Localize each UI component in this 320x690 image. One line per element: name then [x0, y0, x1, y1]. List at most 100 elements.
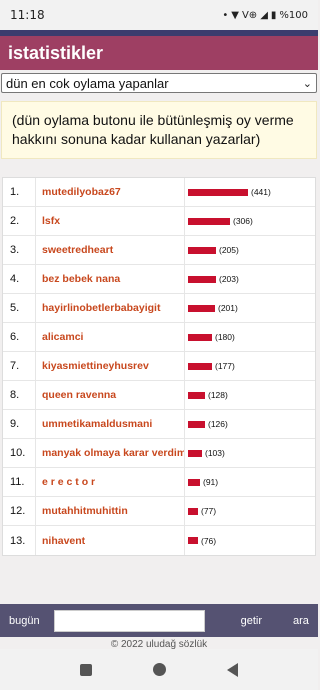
- vote-bar-cell: (201): [185, 294, 315, 322]
- vote-bar-cell: (126): [185, 410, 315, 438]
- back-icon[interactable]: [226, 662, 238, 677]
- status-time: 11:18: [10, 8, 45, 22]
- table-row: 2. lsfx (306): [3, 207, 315, 236]
- vote-bar-cell: (441): [185, 178, 315, 206]
- vote-bar: [188, 333, 212, 341]
- table-row: 11. e r e c t o r (91): [3, 468, 315, 497]
- author-link[interactable]: mutedilyobaz67: [36, 178, 185, 206]
- author-link[interactable]: mutahhitmuhittin: [36, 497, 185, 525]
- vote-bar: [188, 449, 202, 457]
- vote-bar-cell: (180): [185, 323, 315, 351]
- vote-count: (201): [218, 303, 238, 313]
- wifi-icon: ▼: [231, 9, 239, 21]
- table-row: 9. ummetikamaldusmani (126): [3, 410, 315, 439]
- table-row: 3. sweetredheart (205): [3, 236, 315, 265]
- vote-bar: [188, 217, 230, 225]
- vote-bar: [188, 420, 205, 428]
- author-link[interactable]: hayirlinobetlerbabayigit: [36, 294, 185, 322]
- stats-type-select[interactable]: dün en cok oylama yapanlar ⌄: [1, 73, 317, 93]
- table-row: 12. mutahhitmuhittin (77): [3, 497, 315, 526]
- vote-bar-cell: (205): [185, 236, 315, 264]
- today-link[interactable]: bugün: [9, 615, 40, 627]
- vote-count: (128): [208, 390, 228, 400]
- getir-button[interactable]: getir: [241, 615, 262, 627]
- page-title: istatistikler: [0, 36, 318, 70]
- rank-number: 5.: [3, 294, 36, 322]
- author-link[interactable]: e r e c t o r: [36, 468, 185, 496]
- rank-number: 4.: [3, 265, 36, 293]
- vote-count: (177): [215, 361, 235, 371]
- vote-count: (205): [219, 245, 239, 255]
- vote-bar: [188, 275, 216, 283]
- vote-bar: [188, 537, 198, 544]
- footer-copyright: © 2022 uludağ sözlük: [0, 637, 318, 649]
- table-row: 10. manyak olmaya karar verdim (103): [3, 439, 315, 468]
- vote-bar: [188, 246, 216, 254]
- author-link[interactable]: lsfx: [36, 207, 185, 235]
- recents-icon[interactable]: [80, 663, 93, 676]
- select-value: dün en cok oylama yapanlar: [6, 75, 169, 91]
- vote-bar-cell: (306): [185, 207, 315, 235]
- table-row: 4. bez bebek nana (203): [3, 265, 315, 294]
- table-row: 7. kiyasmiettineyhusrev (177): [3, 352, 315, 381]
- vote-bar: [188, 391, 205, 399]
- author-link[interactable]: sweetredheart: [36, 236, 185, 264]
- author-link[interactable]: ummetikamaldusmani: [36, 410, 185, 438]
- dot-icon: •: [222, 9, 229, 21]
- rank-number: 2.: [3, 207, 36, 235]
- table-row: 1. mutedilyobaz67 (441): [3, 178, 315, 207]
- vote-count: (203): [219, 274, 239, 284]
- vote-count: (103): [205, 448, 225, 458]
- info-box: (dün oylama butonu ile bütünleşmiş oy ve…: [1, 101, 317, 159]
- author-link[interactable]: kiyasmiettineyhusrev: [36, 352, 185, 380]
- bottom-bar: bugün getir ara: [0, 604, 318, 637]
- rank-number: 9.: [3, 410, 36, 438]
- table-row: 8. queen ravenna (128): [3, 381, 315, 410]
- status-icons: • ▼ V⊕ ◢ ▮ %100: [222, 10, 308, 21]
- ara-button[interactable]: ara: [293, 615, 309, 627]
- vote-bar-cell: (177): [185, 352, 315, 380]
- search-input[interactable]: [53, 609, 205, 632]
- signal-icon: ◢: [260, 9, 268, 21]
- author-link[interactable]: alicamci: [36, 323, 185, 351]
- battery-level: %100: [279, 9, 308, 21]
- status-bar: 11:18 • ▼ V⊕ ◢ ▮ %100: [0, 0, 318, 30]
- volte-icon: V⊕: [241, 9, 258, 21]
- author-link[interactable]: manyak olmaya karar verdim: [36, 439, 185, 467]
- author-link[interactable]: queen ravenna: [36, 381, 185, 409]
- vote-bar-cell: (91): [185, 468, 315, 496]
- vote-count: (126): [208, 419, 228, 429]
- rank-number: 7.: [3, 352, 36, 380]
- vote-bar-cell: (77): [185, 497, 315, 525]
- android-nav-bar: [0, 649, 318, 690]
- author-link[interactable]: bez bebek nana: [36, 265, 185, 293]
- vote-count: (91): [203, 477, 219, 487]
- vote-bar: [188, 362, 212, 370]
- rank-number: 12.: [3, 497, 36, 525]
- author-link[interactable]: nihavent: [36, 526, 185, 555]
- vote-bar-cell: (203): [185, 265, 315, 293]
- home-icon[interactable]: [152, 663, 166, 676]
- rank-number: 3.: [3, 236, 36, 264]
- vote-count: (306): [233, 216, 253, 226]
- vote-count: (180): [215, 332, 235, 342]
- vote-bar-cell: (128): [185, 381, 315, 409]
- vote-bar: [188, 188, 248, 196]
- rank-number: 8.: [3, 381, 36, 409]
- battery-icon: ▮: [270, 9, 277, 21]
- table-row: 6. alicamci (180): [3, 323, 315, 352]
- stats-select-wrap: dün en cok oylama yapanlar ⌄: [0, 70, 318, 93]
- table-row: 13. nihavent (76): [3, 526, 315, 555]
- rank-number: 6.: [3, 323, 36, 351]
- vote-count: (76): [201, 535, 217, 546]
- vote-bar: [188, 478, 200, 486]
- vote-count: (77): [201, 506, 217, 516]
- rank-number: 1.: [3, 178, 36, 206]
- vote-bar-cell: (103): [185, 439, 315, 467]
- ranking-table: 1. mutedilyobaz67 (441) 2. lsfx (306) 3. sweetr…: [2, 177, 316, 556]
- vote-bar: [188, 304, 215, 312]
- vote-count: (441): [251, 187, 271, 197]
- chevron-down-icon: ⌄: [302, 77, 312, 90]
- rank-number: 11.: [3, 468, 36, 496]
- vote-bar-cell: (76): [185, 526, 315, 555]
